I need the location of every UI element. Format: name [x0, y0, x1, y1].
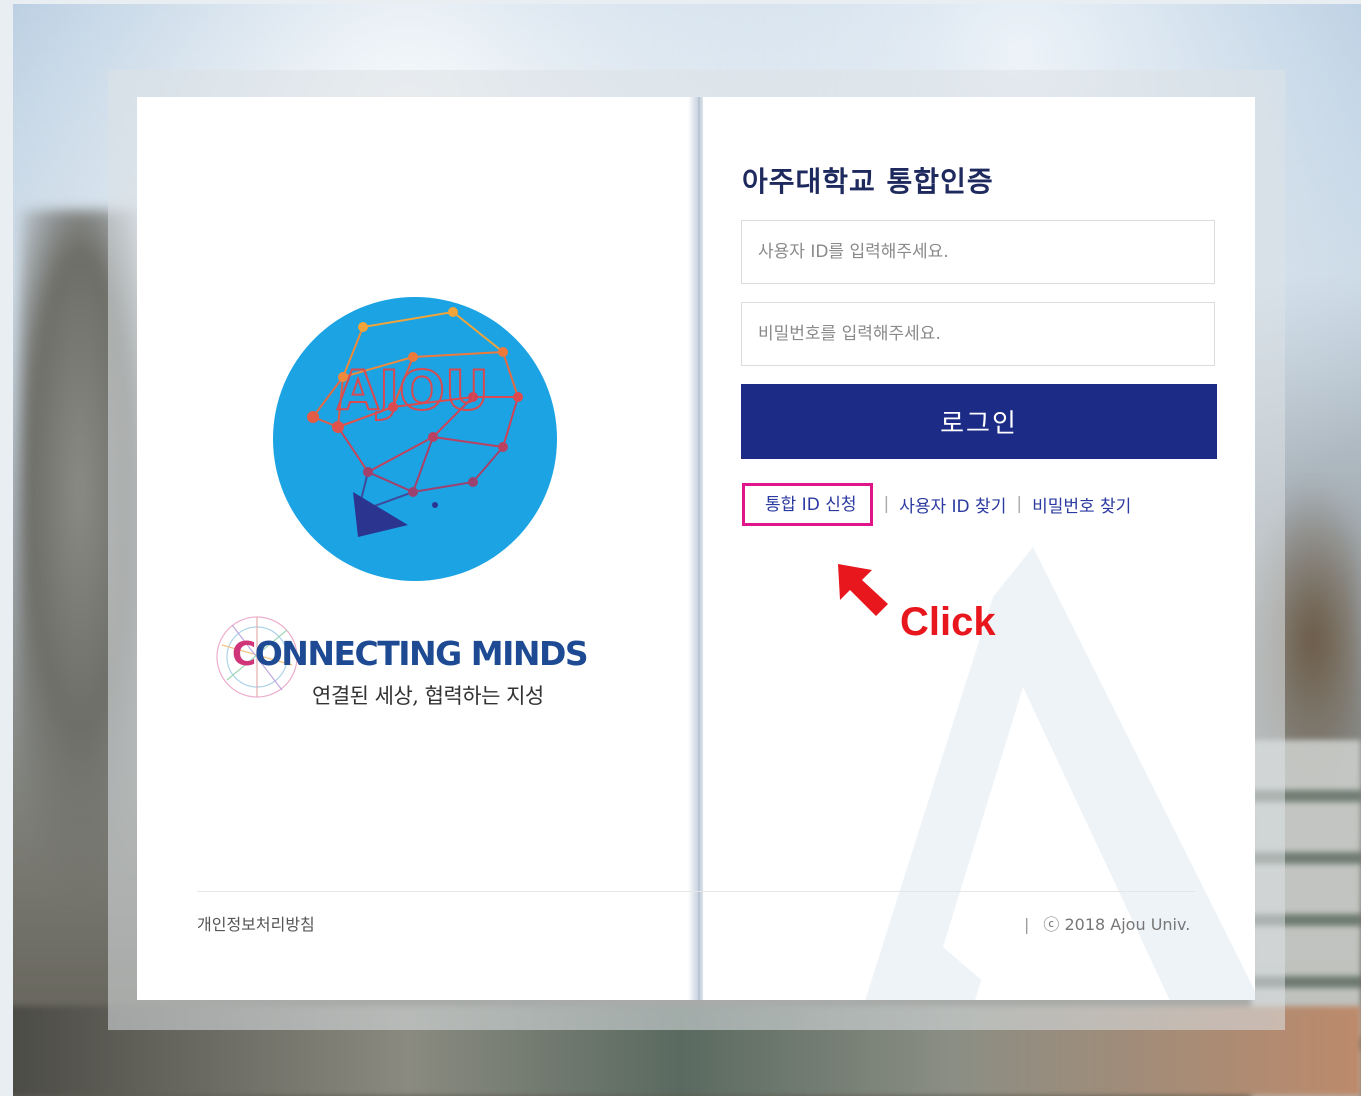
- click-annotation: Click: [900, 600, 996, 644]
- link-separator: |: [883, 494, 890, 514]
- footer-separator: |: [1024, 915, 1030, 934]
- privacy-policy-link[interactable]: 개인정보처리방침: [197, 911, 315, 935]
- footer-divider: [197, 891, 1195, 892]
- copyright: | ⓒ 2018 Ajou Univ.: [1024, 911, 1190, 935]
- page-title: 아주대학교 통합인증: [742, 165, 994, 198]
- link-separator: |: [1016, 494, 1023, 514]
- wordmark-rest: ONNECTING MINDS: [254, 634, 589, 673]
- copyright-text: ⓒ 2018 Ajou Univ.: [1043, 915, 1191, 934]
- page-top-edge: [0, 0, 1361, 4]
- connecting-minds-wordmark: CONNECTING MINDS: [232, 634, 589, 673]
- register-id-link[interactable]: 통합 ID 신청: [742, 482, 874, 526]
- slogan-subtitle: 연결된 세상, 협력하는 지성: [312, 684, 544, 708]
- user-id-input[interactable]: [741, 220, 1215, 284]
- logo-circle: [273, 297, 557, 581]
- ajou-logo: AJOU: [273, 297, 557, 581]
- red-arrow-icon: [838, 564, 888, 616]
- find-user-id-link[interactable]: 사용자 ID 찾기: [899, 492, 1006, 517]
- login-button[interactable]: 로그인: [741, 384, 1217, 459]
- account-links: 통합 ID 신청 | 사용자 ID 찾기 | 비밀번호 찾기: [742, 482, 1131, 526]
- password-input[interactable]: [741, 302, 1215, 366]
- wordmark-first-letter: C: [232, 634, 256, 673]
- logo-text: AJOU: [337, 359, 489, 422]
- page-left-edge: [0, 0, 13, 1096]
- find-password-link[interactable]: 비밀번호 찾기: [1032, 492, 1131, 517]
